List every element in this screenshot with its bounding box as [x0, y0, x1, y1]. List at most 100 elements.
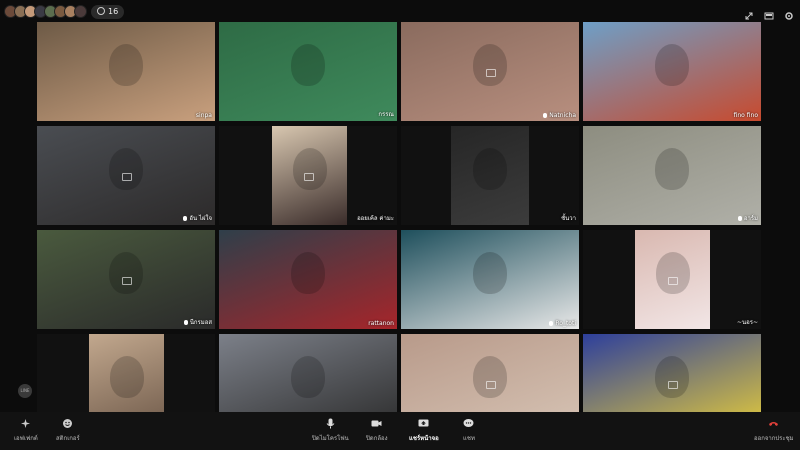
- participant-name: ~นอร~: [737, 319, 758, 326]
- camera-indicator-icon: [122, 172, 132, 181]
- participant-video-tile[interactable]: อัน ไผ่ใจ: [37, 126, 215, 225]
- participant-video-tile[interactable]: ~นอร~: [583, 230, 761, 329]
- participant-name: Natnicha: [549, 112, 576, 119]
- gear-icon[interactable]: [784, 6, 794, 20]
- participant-name-label: อาร์ม: [737, 213, 758, 223]
- phone-hangup-icon: [769, 422, 779, 426]
- mute-mic-button[interactable]: ปิดไมโครโฟน: [312, 418, 349, 443]
- participant-video-tile[interactable]: sinpa: [37, 22, 215, 121]
- share-label: แชร์หน้าจอ: [409, 435, 439, 442]
- participant-silhouette: [291, 43, 325, 86]
- participant-video: [583, 126, 761, 225]
- participant-video: [583, 22, 761, 121]
- participant-silhouette: [473, 43, 507, 86]
- participant-video-tile[interactable]: ออยเค้ล ค่ามะ: [219, 126, 397, 225]
- camera-indicator-icon: [668, 276, 678, 285]
- participant-silhouette: [291, 251, 325, 294]
- video-grid: sinpa กรรณ Natnicha fino fino อัน ไผ่ใจ ออยเค…: [37, 22, 763, 433]
- mic-label: ปิดไมโครโฟน: [312, 435, 349, 442]
- participant-silhouette: [109, 147, 143, 190]
- participant-name: อัน ไผ่ใจ: [189, 215, 212, 222]
- participant-count-badge[interactable]: 16: [91, 5, 125, 19]
- participant-video: [219, 230, 397, 329]
- line-logo-icon: LINE: [18, 384, 32, 398]
- participant-video-tile[interactable]: fino fino: [583, 22, 761, 121]
- participant-name-label: กรรณ: [378, 109, 394, 119]
- layout-icon[interactable]: [764, 6, 774, 20]
- microphone-icon: [737, 215, 742, 221]
- participant-silhouette: [473, 355, 507, 398]
- top-bar: 16: [0, 0, 800, 22]
- participant-silhouette: [109, 43, 143, 86]
- participant-name-label: ชั้นวา: [561, 213, 576, 223]
- participant-name: fino fino: [733, 112, 758, 119]
- microphone-icon: [183, 319, 188, 325]
- participant-silhouette: [473, 251, 507, 294]
- camera-indicator-icon: [122, 276, 132, 285]
- participant-video: [401, 230, 579, 329]
- meeting-toolbar: เอฟเฟกต์ สติกเกอร์ ปิดไมโครโฟน ปิดกล้อง …: [0, 412, 800, 450]
- participant-name: กรรณ: [378, 111, 394, 118]
- microphone-icon: [326, 418, 335, 429]
- participant-silhouette: [291, 355, 325, 398]
- participant-video-tile[interactable]: rattanon: [219, 230, 397, 329]
- camera-indicator-icon: [668, 380, 678, 389]
- participant-video-tile[interactable]: Ro_toti: [401, 230, 579, 329]
- participant-video-tile[interactable]: กรรณ: [219, 22, 397, 121]
- video-camera-icon: [371, 420, 382, 427]
- participant-name: sinpa: [195, 112, 212, 119]
- participant-name: อาร์ม: [743, 215, 758, 222]
- participant-silhouette: [655, 147, 689, 190]
- stop-video-button[interactable]: ปิดกล้อง: [366, 418, 388, 443]
- leave-label: ออกจากประชุม: [754, 435, 794, 442]
- sparkle-icon: [21, 419, 31, 428]
- video-label: ปิดกล้อง: [366, 435, 388, 442]
- participant-name-label: Natnicha: [543, 112, 576, 119]
- participant-silhouette: [655, 355, 689, 398]
- camera-indicator-icon: [304, 172, 314, 181]
- participant-name: rattanon: [368, 320, 394, 327]
- share-screen-button[interactable]: แชร์หน้าจอ: [409, 418, 439, 443]
- participant-name-label: sinpa: [196, 112, 212, 119]
- participant-name-label: อัน ไผ่ใจ: [183, 213, 212, 223]
- chat-label: แชท: [463, 435, 475, 442]
- microphone-icon: [183, 215, 188, 221]
- participant-name-label: นีกรมอส: [183, 317, 212, 327]
- participant-name-label: ~นอร~: [737, 317, 758, 327]
- leave-meeting-button[interactable]: ออกจากประชุม: [754, 418, 794, 443]
- effects-button[interactable]: เอฟเฟกต์: [14, 418, 38, 443]
- participant-name-label: fino fino: [734, 112, 758, 119]
- participant-name-label: ออยเค้ล ค่ามะ: [357, 213, 394, 223]
- participant-name: นีกรมอส: [189, 319, 212, 326]
- participant-silhouette: [109, 355, 144, 398]
- participant-name-label: Ro_toti: [549, 320, 576, 327]
- participant-silhouette: [473, 147, 507, 190]
- participant-avatars[interactable]: [4, 5, 87, 19]
- stickers-button[interactable]: สติกเกอร์: [56, 418, 80, 443]
- effects-label: เอฟเฟกต์: [14, 435, 38, 442]
- camera-indicator-icon: [486, 380, 496, 389]
- participant-video-tile[interactable]: นีกรมอส: [37, 230, 215, 329]
- participant-name: Ro_toti: [555, 320, 576, 327]
- participant-video-tile[interactable]: Natnicha: [401, 22, 579, 121]
- chat-button[interactable]: แชท: [463, 418, 475, 443]
- participant-name-label: rattanon: [368, 320, 394, 327]
- participant-silhouette: [655, 251, 690, 294]
- minimize-icon[interactable]: [744, 6, 754, 20]
- participant-video-tile[interactable]: ชั้นวา: [401, 126, 579, 225]
- share-screen-icon: [418, 419, 429, 427]
- chat-bubble-icon: [463, 419, 474, 427]
- participant-silhouette: [292, 147, 327, 190]
- smile-icon: [63, 419, 73, 428]
- participant-video-tile[interactable]: อาร์ม: [583, 126, 761, 225]
- participant-name: ชั้นวา: [561, 215, 576, 222]
- microphone-icon: [543, 113, 548, 118]
- microphone-icon: [549, 321, 554, 326]
- participant-silhouette: [109, 251, 143, 294]
- camera-indicator-icon: [486, 68, 496, 77]
- stickers-label: สติกเกอร์: [56, 435, 80, 442]
- participant-name: ออยเค้ล ค่ามะ: [357, 215, 394, 222]
- people-icon: [97, 7, 105, 15]
- participant-video: [37, 22, 215, 121]
- participant-silhouette: [655, 43, 689, 86]
